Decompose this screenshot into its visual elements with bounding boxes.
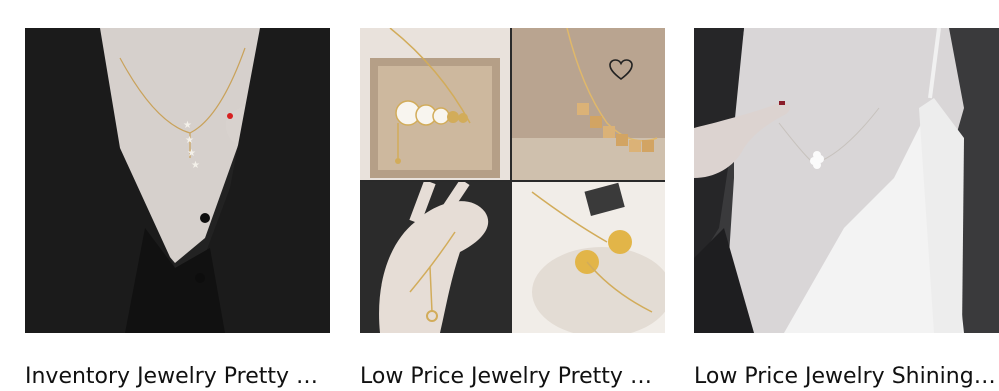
product-photo — [694, 28, 999, 333]
svg-text:★: ★ — [185, 135, 194, 146]
heart-outline-icon[interactable] — [608, 58, 634, 82]
product-title[interactable]: Inventory Jewelry Pretty Cheap Stainless… — [25, 363, 330, 391]
svg-text:★: ★ — [183, 120, 192, 131]
product-image-collage[interactable] — [360, 28, 665, 333]
collage-photo-box — [360, 28, 510, 180]
product-title[interactable]: Low Price Jewelry Pretty Gold Plated Sta… — [360, 363, 665, 391]
product-photo: ★ ★ ★ ★ — [25, 28, 330, 333]
product-card[interactable]: ★ ★ ★ ★ Inventory Jewelry Pretty Cheap S… — [25, 28, 330, 389]
product-card[interactable]: Low Price Jewelry Shining Clover Pendant… — [694, 28, 999, 389]
product-title[interactable]: Low Price Jewelry Shining Clover Pendant… — [694, 363, 999, 391]
svg-text:★: ★ — [191, 160, 200, 171]
collage-photo-cubes — [512, 28, 665, 180]
svg-text:★: ★ — [187, 148, 196, 159]
product-image-star-necklace[interactable]: ★ ★ ★ ★ — [25, 28, 330, 333]
collage-photo-coins — [512, 182, 665, 333]
product-image-clover-necklace[interactable] — [694, 28, 999, 333]
collage-photo-hand — [360, 182, 510, 333]
product-card[interactable]: Low Price Jewelry Pretty Gold Plated Sta… — [360, 28, 665, 389]
